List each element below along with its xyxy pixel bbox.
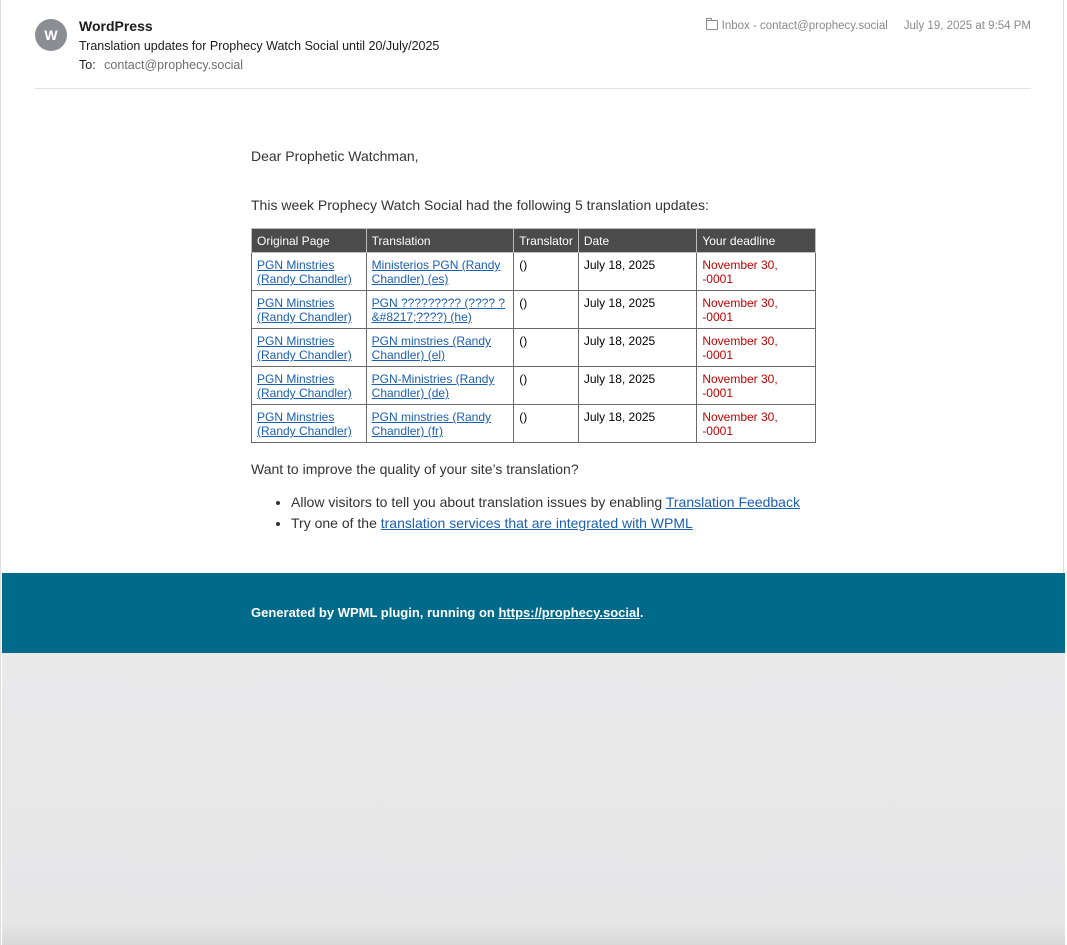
tips-list: Allow visitors to tell you about transla… <box>251 492 821 534</box>
translation-cell: PGN minstries (Randy Chandler) (el) <box>365 328 515 367</box>
date-cell: July 18, 2025 <box>577 252 698 291</box>
deadline-cell: November 30, -0001 <box>696 404 816 443</box>
translation-feedback-link[interactable]: Translation Feedback <box>666 494 800 510</box>
date-cell: July 18, 2025 <box>577 290 698 329</box>
tip-text: Try one of the <box>291 515 381 531</box>
translation-cell: PGN-Ministries (Randy Chandler) (de) <box>365 366 515 405</box>
footer-generated-text: Generated by WPML plugin, running on <box>251 605 499 620</box>
table-row: PGN Minstries (Randy Chandler) Ministeri… <box>251 252 816 291</box>
original-page-link[interactable]: PGN Minstries (Randy Chandler) <box>257 296 352 324</box>
table-row: PGN Minstries (Randy Chandler) PGN minst… <box>251 328 816 367</box>
improve-question: Want to improve the quality of your site… <box>251 461 579 477</box>
empty-background <box>2 653 1065 945</box>
table-row: PGN Minstries (Randy Chandler) PGN-Minis… <box>251 366 816 405</box>
original-page-cell: PGN Minstries (Randy Chandler) <box>251 366 367 405</box>
header-original-page: Original Page <box>251 228 367 253</box>
list-item: Allow visitors to tell you about transla… <box>291 492 821 513</box>
translation-cell: PGN ????????? (???? ? &#8217;????) (he) <box>365 290 515 329</box>
translator-cell: () <box>513 366 579 405</box>
email-body: Dear Prophetic Watchman, This week Proph… <box>251 146 821 534</box>
translation-services-link[interactable]: translation services that are integrated… <box>381 515 693 531</box>
table-header-row: Original Page Translation Translator Dat… <box>251 228 816 253</box>
date-cell: July 18, 2025 <box>577 404 698 443</box>
email-viewer: W WordPress Translation updates for Prop… <box>0 0 1065 945</box>
to-label: To: <box>79 58 96 72</box>
header-date: Date <box>577 228 698 253</box>
translation-link[interactable]: PGN minstries (Randy Chandler) (fr) <box>372 410 491 438</box>
original-page-cell: PGN Minstries (Randy Chandler) <box>251 404 367 443</box>
translation-link[interactable]: Ministerios PGN (Randy Chandler) (es) <box>372 258 501 286</box>
translator-cell: () <box>513 328 579 367</box>
original-page-cell: PGN Minstries (Randy Chandler) <box>251 290 367 329</box>
original-page-link[interactable]: PGN Minstries (Randy Chandler) <box>257 410 352 438</box>
date-cell: July 18, 2025 <box>577 366 698 405</box>
translator-cell: () <box>513 252 579 291</box>
deadline-cell: November 30, -0001 <box>696 328 816 367</box>
recipient-address[interactable]: contact@prophecy.social <box>104 58 243 72</box>
translation-cell: PGN minstries (Randy Chandler) (fr) <box>365 404 515 443</box>
table-row: PGN Minstries (Randy Chandler) PGN minst… <box>251 404 816 443</box>
deadline-cell: November 30, -0001 <box>696 252 816 291</box>
date-cell: July 18, 2025 <box>577 328 698 367</box>
header-deadline: Your deadline <box>696 228 816 253</box>
translation-link[interactable]: PGN ????????? (???? ? &#8217;????) (he) <box>372 296 505 324</box>
header-translator: Translator <box>513 228 579 253</box>
email-date: July 19, 2025 at 9:54 PM <box>903 20 1031 32</box>
translation-link[interactable]: PGN-Ministries (Randy Chandler) (de) <box>372 372 495 400</box>
header-translation: Translation <box>365 228 515 253</box>
email-header: W WordPress Translation updates for Prop… <box>35 14 1031 89</box>
original-page-link[interactable]: PGN Minstries (Randy Chandler) <box>257 372 352 400</box>
email-subject: Translation updates for Prophecy Watch S… <box>79 39 440 53</box>
email-footer: Generated by WPML plugin, running on htt… <box>2 573 1065 653</box>
email-meta: Inbox - contact@prophecy.social July 19, … <box>705 18 1031 32</box>
translation-cell: Ministerios PGN (Randy Chandler) (es) <box>365 252 515 291</box>
folder-icon <box>705 18 718 30</box>
table-row: PGN Minstries (Randy Chandler) PGN ?????… <box>251 290 816 329</box>
original-page-link[interactable]: PGN Minstries (Randy Chandler) <box>257 334 352 362</box>
original-page-cell: PGN Minstries (Randy Chandler) <box>251 252 367 291</box>
translation-link[interactable]: PGN minstries (Randy Chandler) (el) <box>372 334 491 362</box>
intro-text: This week Prophecy Watch Social had the … <box>251 197 709 213</box>
footer-text: Generated by WPML plugin, running on htt… <box>251 605 643 620</box>
deadline-cell: November 30, -0001 <box>696 290 816 329</box>
translator-cell: () <box>513 290 579 329</box>
list-item: Try one of the translation services that… <box>291 513 821 534</box>
sender-name[interactable]: WordPress <box>79 18 153 34</box>
translator-cell: () <box>513 404 579 443</box>
original-page-link[interactable]: PGN Minstries (Randy Chandler) <box>257 258 352 286</box>
footer-suffix: . <box>639 605 644 620</box>
original-page-cell: PGN Minstries (Randy Chandler) <box>251 328 367 367</box>
site-link[interactable]: https://prophecy.social <box>498 605 639 620</box>
greeting: Dear Prophetic Watchman, <box>251 148 419 164</box>
sender-avatar[interactable]: W <box>35 19 67 51</box>
deadline-cell: November 30, -0001 <box>696 366 816 405</box>
tip-text: Allow visitors to tell you about transla… <box>291 494 666 510</box>
recipient-row: To: contact@prophecy.social <box>79 58 243 72</box>
translation-updates-table: Original Page Translation Translator Dat… <box>251 228 816 443</box>
mailbox-label[interactable]: Inbox - contact@prophecy.social <box>722 20 888 32</box>
